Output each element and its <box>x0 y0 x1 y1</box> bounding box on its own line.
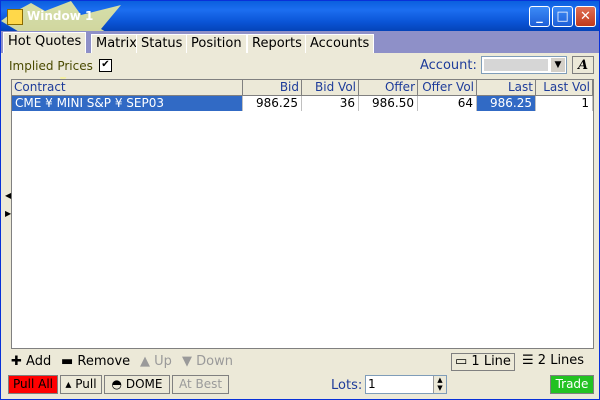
col-bid[interactable]: Bid <box>243 80 302 95</box>
lots-stepper[interactable]: ▲ ▼ <box>433 376 446 393</box>
last-vol-cell[interactable]: 1 <box>536 96 593 111</box>
col-last-vol[interactable]: Last Vol <box>536 80 593 95</box>
implied-prices-label: Implied Prices <box>9 59 93 73</box>
tab-hot-quotes[interactable]: Hot Quotes <box>3 32 87 53</box>
trade-button[interactable]: Trade <box>550 375 594 394</box>
one-line-icon: ▭ <box>455 354 472 369</box>
footer-bar: Pull All ▴ Pull ◓ DOME At Best Lots: 1 ▲… <box>1 374 599 396</box>
two-lines-icon: ☰ <box>522 353 538 368</box>
row-actions-bar: ✚ Add ▬ Remove ▲ Up ▼ Down ▭ 1 Line ☰ 2 … <box>1 351 599 373</box>
pull-label: Pull <box>75 377 97 391</box>
options-bar: Implied Prices ✔ Account: ▼ A <box>1 53 599 77</box>
two-lines-label: 2 Lines <box>537 353 585 368</box>
col-contract[interactable]: Contract <box>12 80 243 95</box>
one-line-button[interactable]: ▭ 1 Line <box>451 353 515 371</box>
tab-position[interactable]: Position <box>186 34 247 53</box>
app-icon <box>7 9 23 25</box>
col-offer[interactable]: Offer <box>359 80 418 95</box>
pull-button[interactable]: ▴ Pull <box>60 375 102 394</box>
at-best-button[interactable]: At Best <box>172 375 229 394</box>
account-value <box>484 59 548 71</box>
font-button[interactable]: A <box>572 56 594 74</box>
dome-icon: ◓ <box>111 377 126 391</box>
down-label: Down <box>196 354 233 369</box>
splitter-grip-icon[interactable]: ◀ ▶ <box>5 191 11 218</box>
tab-reports[interactable]: Reports <box>247 34 307 53</box>
account-label: Account: <box>420 58 477 73</box>
remove-button[interactable]: ▬ Remove <box>61 354 130 370</box>
arrow-up-icon: ▲ <box>140 354 155 369</box>
implied-prices-checkbox[interactable]: ✔ <box>99 59 112 72</box>
app-window: Window 1 _ □ ✕ Hot Quotes Matrix Status … <box>0 0 600 400</box>
col-offer-vol[interactable]: Offer Vol <box>418 80 477 95</box>
lots-label: Lots: <box>331 378 363 393</box>
caret-up-icon: ▴ <box>65 377 76 391</box>
chevron-down-icon[interactable]: ▼ <box>551 58 565 72</box>
dome-label: DOME <box>125 377 163 391</box>
offer-cell[interactable]: 986.50 <box>359 96 418 111</box>
pull-all-button[interactable]: Pull All <box>8 375 58 394</box>
up-label: Up <box>154 354 172 369</box>
last-cell[interactable]: 986.25 <box>477 96 536 111</box>
title-bar[interactable]: Window 1 _ □ ✕ <box>1 1 599 83</box>
minimize-button[interactable]: _ <box>529 6 550 27</box>
minus-icon: ▬ <box>61 354 78 369</box>
arrow-down-icon: ▼ <box>182 354 197 369</box>
table-row[interactable]: CME ¥ MINI S&P ¥ SEP03 986.25 36 986.50 … <box>12 96 593 111</box>
remove-label: Remove <box>77 354 131 369</box>
col-bid-vol[interactable]: Bid Vol <box>302 80 359 95</box>
quotes-table: Contract Bid Bid Vol Offer Offer Vol Las… <box>11 79 594 349</box>
lots-input[interactable]: 1 ▲ ▼ <box>365 375 447 394</box>
account-select[interactable]: ▼ <box>481 56 567 74</box>
one-line-label: 1 Line <box>471 354 511 369</box>
window-title: Window 1 <box>27 9 94 23</box>
tab-accounts[interactable]: Accounts <box>305 34 375 53</box>
down-button[interactable]: ▼ Down <box>182 354 233 370</box>
tab-bar: Hot Quotes Matrix Status Position Report… <box>1 31 599 53</box>
dome-button[interactable]: ◓ DOME <box>104 375 170 394</box>
tab-matrix[interactable]: Matrix <box>91 34 142 53</box>
add-label: Add <box>26 354 52 369</box>
maximize-button[interactable]: □ <box>552 6 573 27</box>
offer-vol-cell[interactable]: 64 <box>418 96 477 111</box>
bid-vol-cell[interactable]: 36 <box>302 96 359 111</box>
close-button[interactable]: ✕ <box>575 6 596 27</box>
table-header: Contract Bid Bid Vol Offer Offer Vol Las… <box>12 80 593 96</box>
add-button[interactable]: ✚ Add <box>11 354 51 370</box>
up-button[interactable]: ▲ Up <box>140 354 172 370</box>
two-lines-button[interactable]: ☰ 2 Lines <box>522 353 584 369</box>
contract-cell[interactable]: CME ¥ MINI S&P ¥ SEP03 <box>12 96 243 111</box>
tab-status[interactable]: Status <box>136 34 188 53</box>
lots-value: 1 <box>368 377 376 391</box>
plus-icon: ✚ <box>11 354 27 369</box>
col-last[interactable]: Last <box>477 80 536 95</box>
bid-cell[interactable]: 986.25 <box>243 96 302 111</box>
